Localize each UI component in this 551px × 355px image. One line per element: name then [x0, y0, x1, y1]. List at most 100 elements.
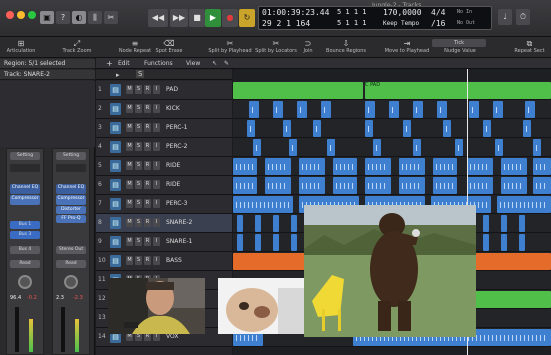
region[interactable]	[253, 139, 261, 156]
automation-read-1[interactable]: Read	[10, 260, 40, 268]
plugin-channel-eq-2[interactable]: Channel EQ	[56, 184, 86, 194]
nudge-value-select[interactable]: Tick	[432, 39, 486, 47]
region[interactable]	[365, 120, 373, 137]
region[interactable]	[283, 120, 291, 137]
region[interactable]	[483, 215, 489, 232]
articulation-tool[interactable]: ⊞ Articulation	[3, 39, 39, 54]
pointer-tool-icon[interactable]: ↖	[212, 58, 217, 69]
region[interactable]	[365, 82, 551, 99]
region[interactable]	[467, 158, 493, 175]
output-bus-4[interactable]: Bus 4	[10, 246, 40, 254]
track-icon[interactable]: ▤	[110, 84, 121, 96]
track-name[interactable]: PAD	[166, 86, 178, 93]
region[interactable]	[501, 158, 527, 175]
edit-menu[interactable]: Edit	[118, 58, 130, 69]
track-lane[interactable]	[233, 100, 551, 119]
region-inspector-header[interactable]: Region: 5/1 selected	[0, 59, 95, 69]
join-tool[interactable]: ⊃ Join	[298, 39, 318, 54]
track-name[interactable]: PERC-1	[166, 124, 187, 131]
track-row[interactable]: 2 ▤ M S R I KICK	[96, 100, 324, 119]
plugin-proq-2[interactable]: FF Pro-Q	[56, 215, 86, 223]
track-icon[interactable]: ▤	[110, 255, 121, 267]
region[interactable]	[255, 215, 261, 232]
region[interactable]	[299, 177, 325, 194]
volume-fader-2[interactable]	[61, 307, 65, 352]
region[interactable]	[233, 158, 257, 175]
send-bus-1[interactable]: Bus 1	[10, 221, 40, 229]
record-enable-button[interactable]: R	[144, 199, 151, 208]
track-name[interactable]: SNARE-1	[166, 238, 192, 245]
track-row[interactable]: 3 ▤ M S R I PERC-1	[96, 119, 324, 138]
mute-button[interactable]: M	[126, 256, 133, 265]
mute-button[interactable]: M	[126, 85, 133, 94]
region[interactable]	[255, 234, 261, 251]
region[interactable]	[519, 234, 525, 251]
region[interactable]	[313, 120, 321, 137]
track-inspector-header[interactable]: Track: SNARE-2	[0, 70, 95, 80]
input-monitor-button[interactable]: I	[153, 142, 160, 151]
help-icon[interactable]: ?	[56, 11, 70, 24]
mute-button[interactable]: M	[126, 237, 133, 246]
region[interactable]	[273, 234, 279, 251]
eq-thumbnail-2[interactable]	[56, 164, 86, 172]
pan-knob-2[interactable]	[64, 275, 78, 289]
track-row[interactable]: 9 ▤ M S R I SNARE-1	[96, 233, 324, 252]
mute-button[interactable]: M	[126, 218, 133, 227]
track-icon[interactable]: ▤	[110, 236, 121, 248]
split-locators-tool[interactable]: ✂ Split by Locators	[254, 39, 298, 54]
plugin-compressor-2[interactable]: Compressor	[56, 195, 86, 205]
input-monitor-button[interactable]: I	[153, 256, 160, 265]
region[interactable]	[533, 139, 541, 156]
input-monitor-button[interactable]: I	[153, 123, 160, 132]
repeat-section-tool[interactable]: ⧉ Repeat Sect	[508, 39, 551, 54]
mute-button[interactable]: M	[126, 180, 133, 189]
mute-button[interactable]: M	[126, 161, 133, 170]
bounce-regions-tool[interactable]: ⇩ Bounce Regions	[326, 39, 366, 54]
mute-button[interactable]: M	[126, 142, 133, 151]
region[interactable]	[237, 234, 243, 251]
rewind-button[interactable]: ◀◀	[148, 9, 168, 27]
functions-menu[interactable]: Functions	[144, 58, 173, 69]
forward-button[interactable]: ▶▶	[170, 9, 188, 27]
solo-button[interactable]: S	[135, 199, 142, 208]
region[interactable]	[443, 120, 451, 137]
pencil-tool-icon[interactable]: ✎	[224, 58, 229, 69]
record-enable-button[interactable]: R	[144, 85, 151, 94]
region[interactable]	[373, 139, 381, 156]
region[interactable]	[327, 139, 335, 156]
region[interactable]	[533, 158, 551, 175]
solo-all-icon[interactable]: S	[136, 70, 145, 78]
track-row[interactable]: 4 ▤ M S R I PERC-2	[96, 138, 324, 157]
region[interactable]	[473, 291, 551, 308]
track-row[interactable]: 8 ▤ M S R I SNARE-2	[96, 214, 324, 233]
region[interactable]	[519, 215, 525, 232]
region[interactable]	[237, 215, 243, 232]
add-track-icon[interactable]: +	[106, 58, 113, 69]
volume-fader-1[interactable]	[15, 307, 19, 352]
track-row[interactable]: 6 ▤ M S R I RIDE	[96, 176, 324, 195]
track-icon[interactable]: ▤	[110, 122, 121, 134]
region[interactable]	[413, 101, 423, 118]
region[interactable]	[483, 120, 491, 137]
input-monitor-button[interactable]: I	[153, 85, 160, 94]
region[interactable]	[413, 139, 421, 156]
region[interactable]	[399, 177, 425, 194]
region[interactable]	[233, 196, 293, 213]
region[interactable]	[247, 120, 255, 137]
track-name[interactable]: RIDE	[166, 181, 180, 188]
track-name[interactable]: VOX	[166, 333, 178, 340]
stop-button[interactable]: ■	[189, 9, 205, 27]
pan-knob-1[interactable]	[18, 275, 32, 289]
record-enable-button[interactable]: R	[144, 142, 151, 151]
input-monitor-button[interactable]: I	[153, 237, 160, 246]
track-name[interactable]: SNARE-2	[166, 219, 192, 226]
mute-button[interactable]: M	[126, 123, 133, 132]
send-bus-3[interactable]: Bus 3	[10, 231, 40, 239]
library-icon[interactable]: ▣	[40, 11, 54, 24]
play-button[interactable]: ▶	[205, 9, 221, 27]
minimize-window-icon[interactable]	[17, 11, 25, 19]
smart-controls-icon[interactable]: ◐	[72, 11, 86, 24]
region[interactable]	[467, 177, 493, 194]
region[interactable]	[399, 158, 425, 175]
solo-button[interactable]: S	[135, 142, 142, 151]
